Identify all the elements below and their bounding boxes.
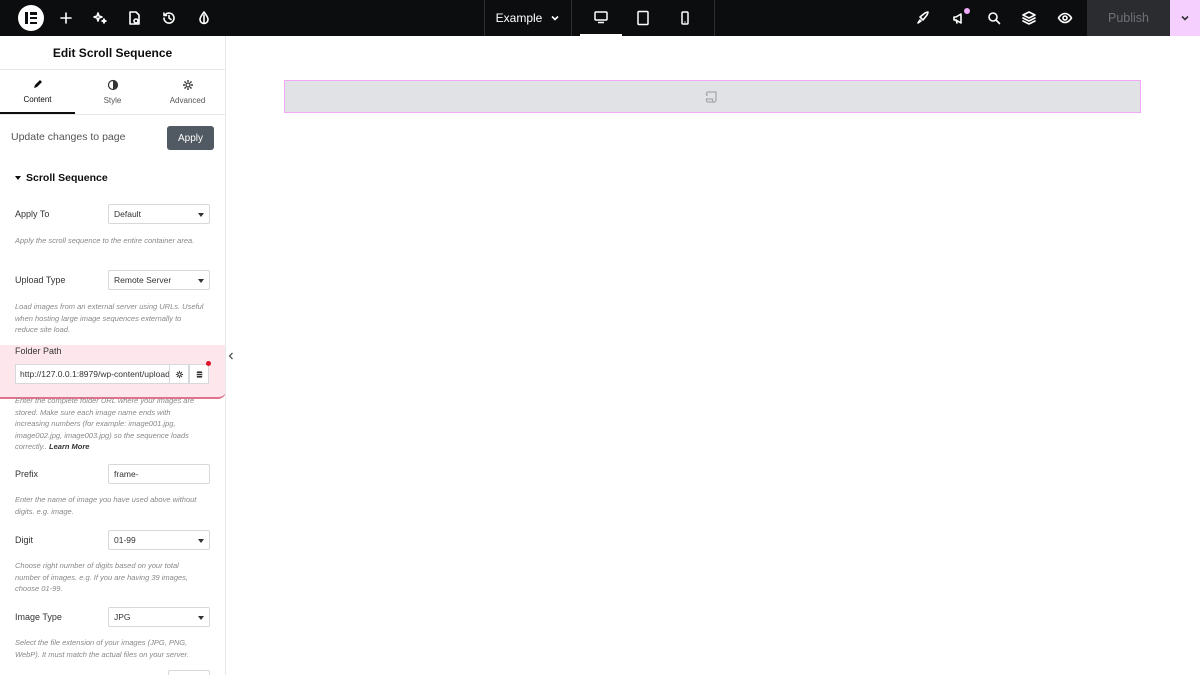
- image-type-value: JPG: [114, 612, 131, 622]
- page-switcher[interactable]: Example: [486, 0, 570, 36]
- scroll-widget-icon: [704, 89, 720, 105]
- site-settings-drop-icon[interactable]: [186, 0, 222, 36]
- top-bar: Example Publish: [0, 0, 1200, 36]
- unsaved-indicator-dot: [206, 361, 211, 366]
- apply-to-label: Apply To: [15, 209, 50, 219]
- panel-tabs: Content Style Advanced: [0, 70, 225, 115]
- image-type-label: Image Type: [15, 612, 62, 622]
- pencil-icon: [33, 80, 42, 88]
- gear-icon: [182, 80, 193, 90]
- folder-path-description-text: Enter the complete folder URL where your…: [15, 396, 195, 451]
- page-name: Example: [495, 11, 543, 25]
- apply-hint: Update changes to page: [11, 131, 126, 143]
- folder-path-description: Enter the complete folder URL where your…: [15, 395, 205, 453]
- announcements-megaphone-icon[interactable]: [941, 0, 977, 36]
- dynamic-tags-button[interactable]: [189, 364, 209, 384]
- notification-dot: [964, 8, 970, 14]
- chevron-down-icon: [551, 15, 559, 21]
- chevron-left-icon: [228, 352, 233, 360]
- rocket-icon[interactable]: [905, 0, 941, 36]
- layers-navigator-icon[interactable]: [1011, 0, 1047, 36]
- upload-type-select[interactable]: Remote Server: [108, 270, 210, 290]
- apply-row: Update changes to page Apply: [0, 126, 225, 150]
- tablet-view-icon[interactable]: [622, 0, 664, 36]
- upload-type-description: Load images from an external server usin…: [15, 302, 204, 334]
- digit-select[interactable]: 01-99: [108, 530, 210, 550]
- page-settings-icon[interactable]: [116, 0, 152, 36]
- search-icon[interactable]: [976, 0, 1012, 36]
- collapse-panel-button[interactable]: [226, 344, 236, 368]
- prefix-description: Enter the name of image you have used ab…: [15, 495, 197, 516]
- tab-label: Advanced: [169, 96, 206, 105]
- preview-eye-icon[interactable]: [1047, 0, 1083, 36]
- tab-advanced[interactable]: Advanced: [150, 70, 225, 114]
- scroll-sequence-widget[interactable]: [284, 80, 1141, 113]
- digit-label: Digit: [15, 535, 34, 545]
- divider: [714, 0, 715, 36]
- digit-description: Choose right number of digits based on y…: [15, 561, 189, 593]
- desktop-view-icon[interactable]: [580, 0, 622, 36]
- dynamic-settings-button[interactable]: [169, 364, 189, 384]
- caret-down-icon: [198, 279, 204, 283]
- publish-button[interactable]: Publish: [1087, 0, 1170, 36]
- caret-down-icon: [198, 539, 204, 543]
- divider: [484, 0, 485, 36]
- caret-down-icon: [198, 616, 204, 620]
- chevron-down-icon: [1181, 15, 1189, 21]
- tab-label: Style: [103, 96, 122, 105]
- next-control[interactable]: [168, 670, 210, 675]
- caret-down-icon: [198, 213, 204, 217]
- tab-content[interactable]: Content: [0, 70, 75, 114]
- folder-path-label: Folder Path: [15, 346, 62, 356]
- mobile-view-icon[interactable]: [664, 0, 706, 36]
- section-toggle-scroll-sequence[interactable]: Scroll Sequence: [15, 172, 108, 184]
- upload-type-value: Remote Server: [114, 275, 172, 285]
- upload-type-label: Upload Type: [15, 275, 66, 285]
- gear-icon: [175, 370, 183, 378]
- elementor-logo-icon[interactable]: [18, 5, 44, 31]
- folder-path-input[interactable]: http://127.0.0.1:8979/wp-content/uploads…: [15, 364, 170, 384]
- apply-to-description: Apply the scroll sequence to the entire …: [15, 236, 195, 245]
- tab-style[interactable]: Style: [75, 70, 150, 114]
- panel-title: Edit Scroll Sequence: [0, 36, 225, 70]
- image-type-description: Select the file extension of your images…: [15, 638, 189, 659]
- image-type-select[interactable]: JPG: [108, 607, 210, 627]
- database-icon: [196, 370, 202, 378]
- apply-to-value: Default: [114, 209, 141, 219]
- apply-button[interactable]: Apply: [167, 126, 214, 150]
- apply-to-select[interactable]: Default: [108, 204, 210, 224]
- divider: [571, 0, 572, 36]
- publish-options-button[interactable]: [1170, 0, 1200, 36]
- prefix-input[interactable]: frame-: [108, 464, 210, 484]
- history-icon[interactable]: [151, 0, 187, 36]
- section-title: Scroll Sequence: [26, 172, 108, 184]
- digit-value: 01-99: [114, 535, 136, 545]
- editor-panel: Edit Scroll Sequence Content Style Advan…: [0, 36, 226, 675]
- add-element-icon[interactable]: [48, 0, 84, 36]
- learn-more-link[interactable]: Learn More: [49, 442, 89, 451]
- prefix-label: Prefix: [15, 469, 39, 479]
- caret-down-icon: [15, 176, 21, 180]
- contrast-icon: [107, 79, 118, 91]
- tab-label: Content: [23, 95, 52, 104]
- ai-sparkle-icon[interactable]: [82, 0, 118, 36]
